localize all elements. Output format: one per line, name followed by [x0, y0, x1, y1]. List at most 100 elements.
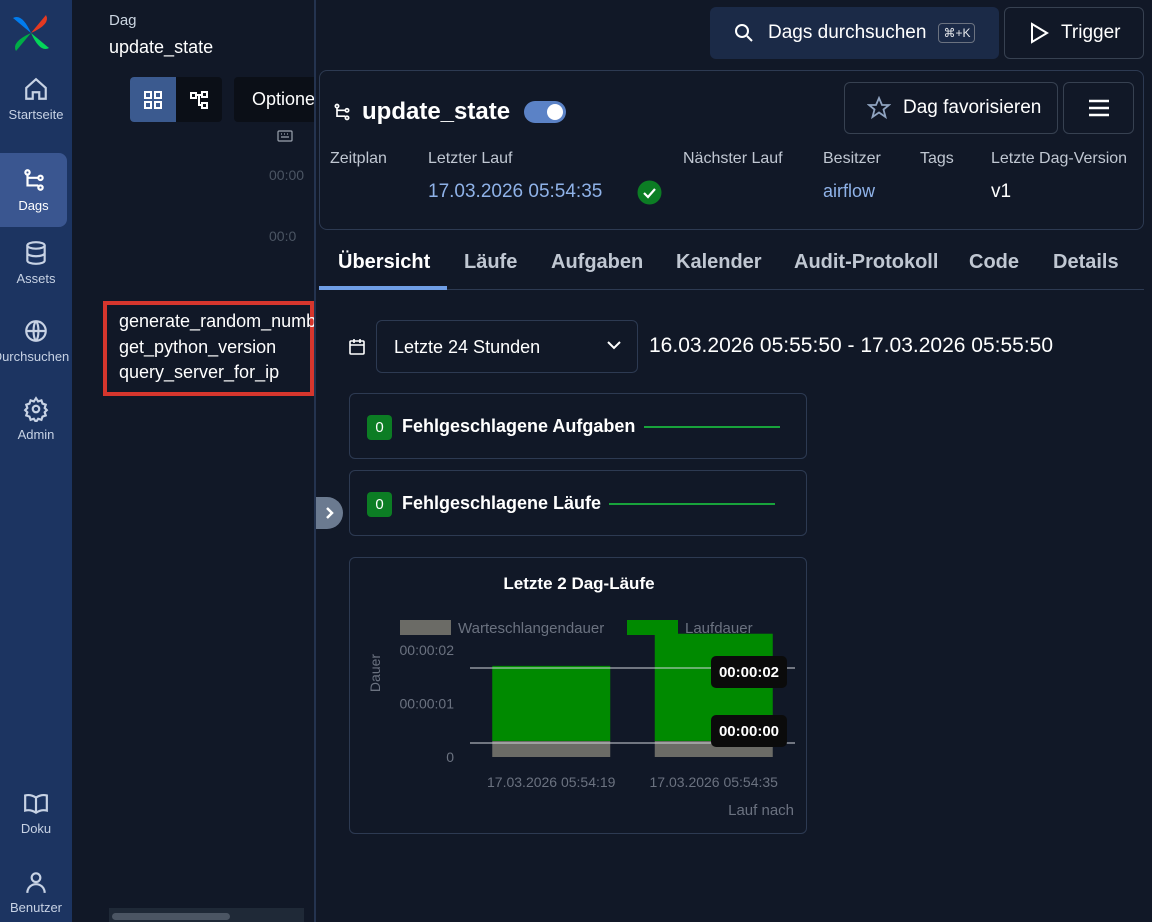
- failed-runs-label: Fehlgeschlagene Läufe: [402, 493, 602, 513]
- legend-label: Warteschlangendauer: [458, 620, 604, 637]
- home-icon: [25, 77, 47, 100]
- nav-item-docs[interactable]: Doku: [0, 776, 72, 850]
- failed-runs-count: 0: [367, 492, 392, 517]
- nav-item-label: Durchsuchen: [0, 349, 70, 364]
- active-tab-indicator: [319, 286, 447, 290]
- tooltip-value: 00:00:02: [719, 664, 779, 681]
- pause-toggle[interactable]: [524, 101, 567, 123]
- version-value: v1: [991, 181, 1012, 202]
- x-tick-label: 17.03.2026 05:54:19: [487, 774, 616, 790]
- y-axis-label: Dauer: [367, 654, 383, 692]
- scrollbar-thumb[interactable]: [112, 913, 230, 920]
- tab-details[interactable]: Details: [1053, 251, 1119, 274]
- globe-icon: [25, 320, 47, 342]
- view-toggle: [130, 77, 222, 122]
- menu-button[interactable]: [1063, 82, 1134, 134]
- nav-item-browse[interactable]: Durchsuchen: [0, 304, 72, 378]
- legend-swatch: [400, 620, 451, 635]
- grid-panel: Dag update_state Optionen 00:00 00:0 gen…: [72, 0, 316, 922]
- last-run-label: Letzter Lauf: [428, 150, 513, 167]
- failed-tasks-label: Fehlgeschlagene Aufgaben: [402, 416, 636, 436]
- favorite-label: Dag favorisieren: [903, 97, 1042, 118]
- gear-icon: [23, 396, 49, 422]
- y-tick-label: 00:00:01: [400, 695, 455, 711]
- chevron-right-icon: [325, 507, 334, 519]
- y-tick-label: 0: [446, 749, 454, 765]
- tab-overview[interactable]: Übersicht: [338, 251, 430, 274]
- book-icon: [24, 793, 48, 815]
- y-tick-label: 00:00:02: [400, 642, 455, 658]
- task-list: generate_random_number get_python_versio…: [103, 301, 314, 396]
- options-button[interactable]: Optionen: [234, 77, 314, 122]
- play-icon: [1031, 22, 1049, 44]
- failed-runs-sparkline: [609, 503, 775, 505]
- legend-swatch: [627, 620, 678, 635]
- keyboard-icon[interactable]: [277, 130, 293, 142]
- nav-item-label: Startseite: [8, 107, 64, 122]
- x-axis-label: Lauf nach: [728, 802, 794, 819]
- success-icon: [637, 180, 662, 205]
- search-button[interactable]: Dags durchsuchen ⌘+K: [710, 7, 999, 59]
- x-tick-label: 17.03.2026 05:54:35: [650, 774, 779, 790]
- expand-panel-button[interactable]: [316, 497, 343, 529]
- search-shortcut: ⌘+K: [938, 23, 976, 43]
- dag-name: update_state: [362, 98, 511, 125]
- nav-item-dags[interactable]: Dags: [0, 153, 67, 227]
- nav-item-label: Doku: [20, 821, 52, 836]
- nav-item-label: Admin: [17, 427, 55, 442]
- search-icon: [735, 24, 753, 42]
- breadcrumb-label: Dag: [109, 12, 137, 29]
- user-icon: [26, 872, 46, 893]
- tab-code[interactable]: Code: [969, 251, 1019, 274]
- graph-view-button[interactable]: [176, 77, 222, 122]
- owner-value[interactable]: airflow: [823, 181, 875, 202]
- dag-tabs: Übersicht Läufe Aufgaben Kalender Audit-…: [319, 240, 1144, 290]
- task-name[interactable]: query_server_for_ip: [119, 362, 310, 388]
- tooltip-value: 00:00:00: [719, 723, 779, 740]
- failed-tasks-sparkline: [644, 426, 780, 428]
- grid-icon: [144, 90, 162, 109]
- calendar-icon: [349, 339, 365, 355]
- chevron-down-icon: [607, 341, 621, 350]
- grid-time-label: 00:00: [269, 167, 305, 183]
- version-label: Letzte Dag-Version: [991, 150, 1128, 167]
- nav-item-admin[interactable]: Admin: [0, 382, 72, 456]
- tab-runs[interactable]: Läufe: [464, 251, 517, 274]
- nav-item-assets[interactable]: Assets: [0, 226, 72, 300]
- nav-item-home[interactable]: Startseite: [0, 62, 72, 136]
- tab-audit-log[interactable]: Audit-Protokoll: [794, 251, 938, 274]
- breadcrumb-dag-name[interactable]: update_state: [109, 37, 213, 58]
- task-name[interactable]: generate_random_number: [119, 311, 314, 337]
- grid-time-label: 00:0: [269, 228, 297, 244]
- recent-runs-chart-card: Letzte 2 Dag-Läufe Warteschlangendauer Lau…: [349, 557, 807, 834]
- time-range-text: 16.03.2026 05:55:50 - 17.03.2026 05:55:5…: [649, 334, 1054, 357]
- chart-title: Letzte 2 Dag-Läufe: [503, 574, 654, 593]
- task-name[interactable]: get_python_version: [119, 337, 310, 363]
- time-range-value: Letzte 24 Stunden: [394, 337, 541, 357]
- schedule-label: Zeitplan: [330, 150, 387, 167]
- star-icon: [867, 96, 891, 120]
- failed-tasks-card[interactable]: 0 Fehlgeschlagene Aufgaben: [349, 393, 807, 459]
- horizontal-scrollbar[interactable]: [109, 908, 304, 922]
- trigger-button[interactable]: Trigger: [1004, 7, 1144, 59]
- dag-icon: [23, 169, 44, 191]
- search-label: Dags durchsuchen: [768, 22, 927, 43]
- graph-icon: [190, 90, 208, 109]
- favorite-button[interactable]: Dag favorisieren: [844, 82, 1058, 134]
- tab-tasks[interactable]: Aufgaben: [551, 251, 643, 274]
- trigger-label: Trigger: [1061, 22, 1121, 43]
- failed-runs-card[interactable]: 0 Fehlgeschlagene Läufe: [349, 470, 807, 536]
- time-range-select[interactable]: Letzte 24 Stunden: [376, 320, 638, 373]
- recent-runs-chart: Letzte 2 Dag-Läufe Warteschlangendauer Lau…: [367, 574, 795, 819]
- last-run-value[interactable]: 17.03.2026 05:54:35: [428, 181, 602, 203]
- grid-view-button[interactable]: [130, 77, 176, 122]
- airflow-logo-icon[interactable]: [8, 10, 54, 56]
- database-icon: [26, 241, 46, 265]
- nav-item-user[interactable]: Benutzer: [0, 855, 72, 922]
- next-run-label: Nächster Lauf: [683, 150, 783, 167]
- nav-rail: Startseite Dags Assets Durchsuchen Admin…: [0, 0, 72, 922]
- nav-item-label: Assets: [16, 271, 56, 286]
- tab-calendar[interactable]: Kalender: [676, 251, 762, 274]
- owner-label: Besitzer: [823, 150, 881, 167]
- dag-header-card: update_state Dag favorisieren Zeitplan L…: [319, 70, 1144, 230]
